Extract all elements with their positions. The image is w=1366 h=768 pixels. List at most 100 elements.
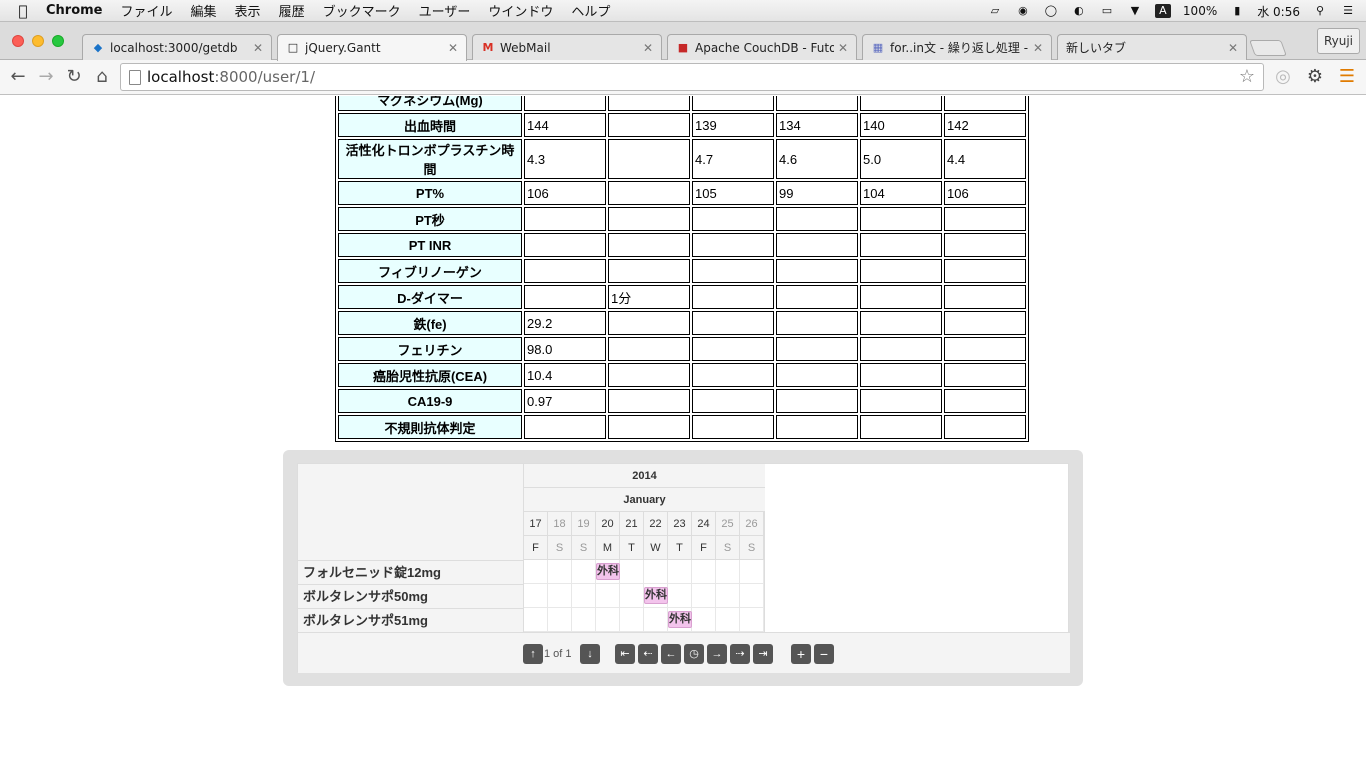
table-cell: 105 bbox=[692, 181, 774, 205]
wifi-icon[interactable]: ▼ bbox=[1127, 4, 1143, 18]
gantt-bar[interactable]: 外科 bbox=[644, 587, 668, 604]
evernote-icon[interactable]: ◉ bbox=[1015, 4, 1031, 18]
menu-users[interactable]: ユーザー bbox=[419, 1, 471, 20]
gantt-day-of-week: S bbox=[548, 536, 572, 560]
table-cell: 4.7 bbox=[692, 139, 774, 179]
window-minimize-button[interactable] bbox=[32, 35, 44, 47]
table-cell bbox=[776, 285, 858, 309]
menu-window[interactable]: ウインドウ bbox=[488, 1, 553, 20]
apple-menu-icon[interactable]:  bbox=[0, 2, 46, 20]
gantt-bar[interactable]: 外科 bbox=[596, 563, 620, 580]
scroll-begin-button[interactable]: ⇤ bbox=[615, 644, 635, 664]
scroll-back-week-button[interactable]: ⇠ bbox=[638, 644, 658, 664]
menu-edit[interactable]: 編集 bbox=[191, 1, 217, 20]
table-cell bbox=[524, 207, 606, 231]
table-cell: 140 bbox=[860, 113, 942, 137]
page-info-icon[interactable] bbox=[129, 70, 141, 85]
table-cell bbox=[776, 207, 858, 231]
back-arrow-icon[interactable]: ← bbox=[6, 65, 30, 89]
home-icon[interactable]: ⌂ bbox=[90, 65, 114, 89]
grid-favicon-icon: ▦ bbox=[872, 40, 884, 54]
vpn-icon[interactable]: ◯ bbox=[1043, 4, 1059, 18]
tab-jquery-gantt[interactable]: □ jQuery.Gantt ✕ bbox=[277, 34, 467, 61]
address-host: localhost bbox=[147, 68, 215, 86]
tab-close-icon[interactable]: ✕ bbox=[838, 41, 848, 55]
table-cell bbox=[776, 389, 858, 413]
gantt-cell bbox=[740, 560, 764, 584]
battery-percent[interactable]: 100% bbox=[1183, 4, 1217, 18]
scroll-end-button[interactable]: ⇥ bbox=[753, 644, 773, 664]
table-cell: 29.2 bbox=[524, 311, 606, 335]
table-cell bbox=[944, 337, 1026, 361]
chrome-menu-icon[interactable]: ☰ bbox=[1335, 65, 1359, 89]
table-cell bbox=[860, 285, 942, 309]
input-mode-icon[interactable]: A bbox=[1154, 4, 1171, 18]
table-cell bbox=[944, 311, 1026, 335]
table-cell: 139 bbox=[692, 113, 774, 137]
row-label: 活性化トロンボプラスチン時間 bbox=[338, 139, 522, 179]
table-row: フェリチン 98.0 bbox=[338, 337, 1026, 361]
bluetooth-status-icon[interactable]: ▱ bbox=[987, 4, 1003, 18]
page-up-button[interactable]: ↑ bbox=[523, 644, 543, 664]
tab-webmail[interactable]: M WebMail ✕ bbox=[472, 34, 662, 60]
scroll-forward-day-button[interactable]: → bbox=[707, 644, 727, 664]
tab-getdb[interactable]: ◆ localhost:3000/getdb ✕ bbox=[82, 34, 272, 60]
row-label: 出血時間 bbox=[338, 113, 522, 137]
page-content: マグネシウム(Mg) 出血時間 144 139 134 140 142 活性化トロンボプラスチ… bbox=[0, 96, 1366, 768]
airplay-icon[interactable]: ▭ bbox=[1099, 4, 1115, 18]
bookmark-star-icon[interactable]: ☆ bbox=[1239, 64, 1255, 90]
menu-clock[interactable]: 水 0:56 bbox=[1257, 3, 1300, 20]
forward-arrow-icon[interactable]: → bbox=[34, 65, 58, 89]
window-close-button[interactable] bbox=[12, 35, 24, 47]
zoom-out-button[interactable]: − bbox=[814, 644, 834, 664]
profile-button[interactable]: Ryuji bbox=[1316, 28, 1360, 54]
gantt-cell bbox=[716, 584, 740, 608]
table-row: 癌胎児性抗原(CEA) 10.4 bbox=[338, 363, 1026, 387]
tab-new-tab[interactable]: 新しいタブ ✕ bbox=[1057, 34, 1247, 60]
tab-couchdb[interactable]: ■ Apache CouchDB - Futon: ✕ bbox=[667, 34, 857, 60]
menu-history[interactable]: 履歴 bbox=[279, 1, 305, 20]
table-cell: 4.4 bbox=[944, 139, 1026, 179]
spotlight-icon[interactable]: ⚲ bbox=[1312, 4, 1328, 18]
page-down-button[interactable]: ↓ bbox=[580, 644, 600, 664]
table-cell bbox=[860, 207, 942, 231]
gantt-day-number: 19 bbox=[572, 512, 596, 536]
scroll-back-day-button[interactable]: ← bbox=[661, 644, 681, 664]
table-row: 不規則抗体判定 bbox=[338, 415, 1026, 439]
notification-center-icon[interactable]: ☰ bbox=[1340, 4, 1356, 18]
tab-title: for..in文 - 繰り返し処理 - Ja bbox=[890, 41, 1029, 55]
reload-icon[interactable]: ↻ bbox=[62, 65, 86, 89]
tab-close-icon[interactable]: ✕ bbox=[1228, 41, 1238, 55]
gantt-cell bbox=[524, 584, 548, 608]
sync-icon[interactable]: ◐ bbox=[1071, 4, 1087, 18]
table-cell: 99 bbox=[776, 181, 858, 205]
gantt-cell bbox=[548, 584, 572, 608]
menu-help[interactable]: ヘルプ bbox=[571, 1, 610, 20]
scroll-now-clock-icon[interactable]: ◷ bbox=[684, 644, 704, 664]
table-cell bbox=[524, 285, 606, 309]
settings-gear-icon[interactable]: ⚙ bbox=[1303, 65, 1327, 89]
address-bar[interactable]: localhost:8000/user/1/ ☆ bbox=[120, 63, 1264, 91]
tab-close-icon[interactable]: ✕ bbox=[448, 41, 458, 55]
window-zoom-button[interactable] bbox=[52, 35, 64, 47]
menu-file[interactable]: ファイル bbox=[121, 1, 173, 20]
gantt-year-header: 2014 bbox=[524, 464, 765, 488]
menu-view[interactable]: 表示 bbox=[235, 1, 261, 20]
menu-bookmarks[interactable]: ブックマーク bbox=[323, 1, 401, 20]
table-cell: 144 bbox=[524, 113, 606, 137]
extension-icon[interactable]: ◎ bbox=[1271, 65, 1295, 89]
tab-close-icon[interactable]: ✕ bbox=[643, 41, 653, 55]
tab-forin[interactable]: ▦ for..in文 - 繰り返し処理 - Ja ✕ bbox=[862, 34, 1052, 60]
tab-close-icon[interactable]: ✕ bbox=[1033, 41, 1043, 55]
gantt-bar[interactable]: 外科 bbox=[668, 611, 692, 628]
menu-app-name[interactable]: Chrome bbox=[46, 3, 103, 18]
scroll-forward-week-button[interactable]: ⇢ bbox=[730, 644, 750, 664]
table-cell bbox=[692, 415, 774, 439]
table-cell bbox=[776, 96, 858, 111]
table-cell bbox=[944, 233, 1026, 257]
table-cell bbox=[692, 96, 774, 111]
zoom-in-button[interactable]: + bbox=[791, 644, 811, 664]
tab-close-icon[interactable]: ✕ bbox=[253, 41, 263, 55]
table-row: PT INR bbox=[338, 233, 1026, 257]
new-tab-button[interactable] bbox=[1249, 40, 1287, 56]
